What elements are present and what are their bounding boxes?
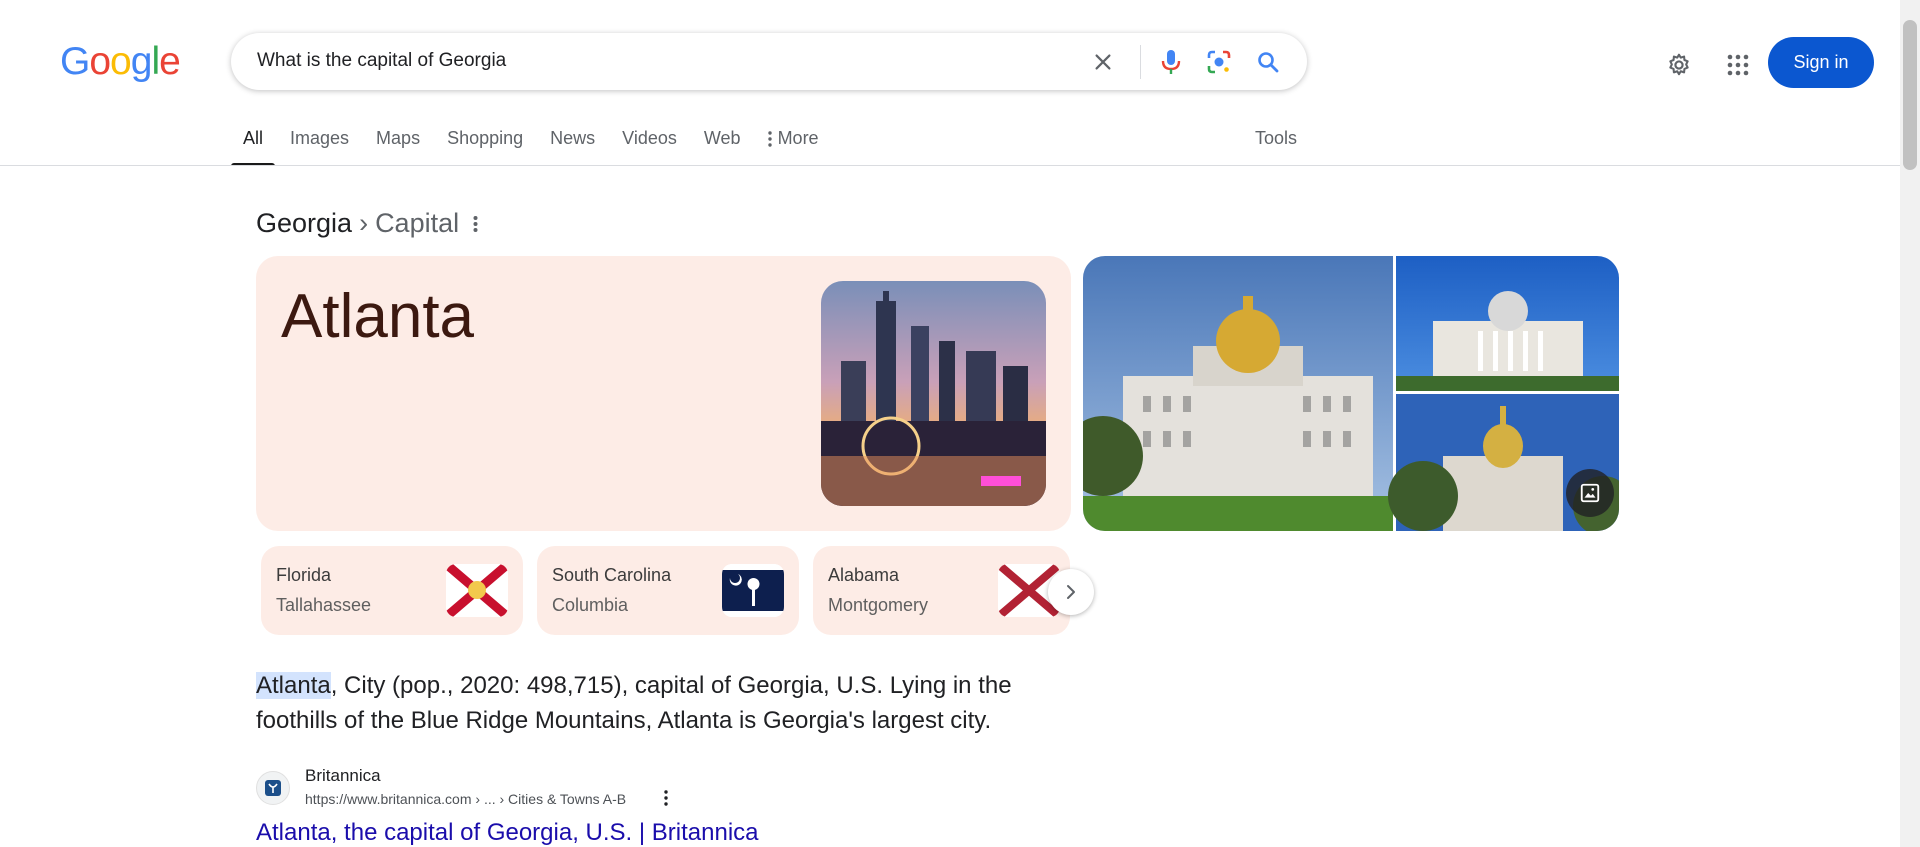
tab-more-label: More bbox=[777, 128, 819, 148]
tab-more[interactable]: More bbox=[767, 118, 819, 166]
page-scrollbar[interactable] bbox=[1900, 0, 1920, 847]
tab-all[interactable]: All bbox=[230, 118, 276, 166]
related-card-alabama[interactable]: Alabama Montgomery bbox=[813, 546, 1070, 635]
britannica-favicon-icon bbox=[256, 771, 290, 805]
tools-button[interactable]: Tools bbox=[1255, 128, 1297, 149]
more-vert-icon bbox=[767, 131, 772, 147]
related-state: Alabama bbox=[828, 565, 900, 585]
tab-web[interactable]: Web bbox=[704, 118, 741, 166]
tab-shopping[interactable]: Shopping bbox=[447, 118, 523, 166]
google-apps-icon[interactable] bbox=[1718, 45, 1758, 85]
search-tabs: All Images Maps Shopping News Videos Web… bbox=[230, 118, 846, 166]
tab-images[interactable]: Images bbox=[290, 118, 349, 166]
search-icon[interactable] bbox=[1246, 33, 1290, 90]
tab-news[interactable]: News bbox=[550, 118, 595, 166]
search-input[interactable]: What is the capital of Georgia bbox=[257, 50, 506, 72]
related-card-south-carolina[interactable]: South Carolina Columbia bbox=[537, 546, 799, 635]
featured-snippet: Atlanta, City (pop., 2020: 498,715), cap… bbox=[256, 668, 1076, 738]
result-options-icon[interactable] bbox=[664, 790, 668, 811]
tabs-divider bbox=[0, 165, 1900, 166]
breadcrumb-attribute: Capital bbox=[375, 208, 460, 238]
related-state: Florida bbox=[276, 565, 332, 585]
microphone-icon[interactable] bbox=[1149, 33, 1193, 90]
view-images-icon[interactable] bbox=[1566, 469, 1614, 517]
snippet-text: , City (pop., 2020: 498,715), capital of… bbox=[256, 672, 1012, 734]
breadcrumb: Georgia › Capital bbox=[256, 208, 478, 239]
more-options-icon[interactable] bbox=[473, 215, 478, 233]
related-card-florida[interactable]: Florida Tallahassee bbox=[261, 546, 523, 635]
tab-videos[interactable]: Videos bbox=[622, 118, 677, 166]
atlanta-skyline-image[interactable] bbox=[821, 281, 1046, 506]
breadcrumb-separator: › bbox=[359, 208, 369, 238]
breadcrumb-entity[interactable]: Georgia bbox=[256, 208, 352, 239]
capitol-image-gallery[interactable] bbox=[1083, 256, 1619, 531]
search-divider bbox=[1140, 45, 1141, 79]
source-name[interactable]: Britannica bbox=[305, 766, 381, 786]
lens-icon[interactable] bbox=[1197, 33, 1241, 90]
answer-title: Atlanta bbox=[281, 282, 475, 351]
tab-maps[interactable]: Maps bbox=[376, 118, 420, 166]
south-carolina-flag-icon bbox=[722, 564, 784, 617]
source-url[interactable]: https://www.britannica.com › ... › Citie… bbox=[305, 791, 626, 807]
related-capital: Montgomery bbox=[828, 595, 929, 615]
search-box[interactable]: What is the capital of Georgia bbox=[231, 33, 1307, 90]
settings-gear-icon[interactable] bbox=[1659, 45, 1699, 85]
florida-flag-icon bbox=[446, 564, 508, 617]
result-title-link[interactable]: Atlanta, the capital of Georgia, U.S. | … bbox=[256, 819, 759, 847]
scrollbar-thumb[interactable] bbox=[1903, 20, 1917, 170]
related-capital: Tallahassee bbox=[276, 595, 372, 615]
related-capital: Columbia bbox=[552, 595, 629, 615]
answer-card[interactable]: Atlanta bbox=[256, 256, 1071, 531]
google-logo[interactable]: Google bbox=[60, 40, 181, 84]
sign-in-button[interactable]: Sign in bbox=[1768, 37, 1874, 88]
clear-icon[interactable] bbox=[1081, 33, 1125, 90]
next-arrow-button[interactable] bbox=[1048, 569, 1094, 615]
snippet-highlight: Atlanta bbox=[256, 672, 331, 699]
related-state: South Carolina bbox=[552, 565, 672, 585]
